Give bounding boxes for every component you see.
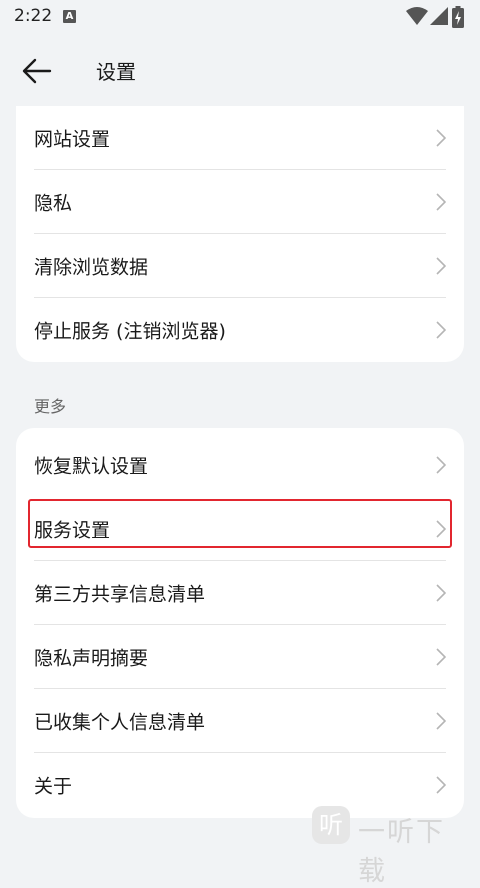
page-title: 设置 <box>96 60 136 84</box>
notification-icon: A <box>63 10 76 23</box>
watermark-logo-icon: 听 <box>312 806 350 844</box>
status-bar: 2:22 A <box>0 0 480 34</box>
highlight-box <box>28 499 452 548</box>
list-item-label: 已收集个人信息清单 <box>34 711 206 734</box>
chevron-right-icon <box>436 648 446 666</box>
chevron-right-icon <box>436 712 446 730</box>
settings-group-more: 恢复默认设置 服务设置 第三方共享信息清单 隐私声明摘要 已收集个人信息清单 关… <box>16 428 464 818</box>
watermark-text: 一听下载 <box>358 817 445 887</box>
list-item-label: 停止服务 (注销浏览器) <box>34 320 226 343</box>
restore-defaults-item[interactable]: 恢复默认设置 <box>16 433 464 497</box>
collected-info-item[interactable]: 已收集个人信息清单 <box>16 689 464 753</box>
battery-icon <box>452 6 464 28</box>
list-item-label: 恢复默认设置 <box>34 455 149 478</box>
status-time: 2:22 <box>14 6 53 26</box>
wifi-icon <box>406 7 428 25</box>
settings-group-top: 网站设置 隐私 清除浏览数据 停止服务 (注销浏览器) <box>16 106 464 362</box>
privacy-summary-item[interactable]: 隐私声明摘要 <box>16 625 464 689</box>
chevron-right-icon <box>436 584 446 602</box>
list-item-label: 第三方共享信息清单 <box>34 583 206 606</box>
arrow-left-icon <box>22 58 52 84</box>
list-item-label: 隐私声明摘要 <box>34 647 149 670</box>
back-button[interactable] <box>20 54 54 88</box>
list-item-label: 关于 <box>34 775 73 798</box>
third-party-sharing-item[interactable]: 第三方共享信息清单 <box>16 561 464 625</box>
section-label-more: 更多 <box>34 397 67 416</box>
clear-browsing-data-item[interactable]: 清除浏览数据 <box>16 234 464 298</box>
privacy-item[interactable]: 隐私 <box>16 170 464 234</box>
list-item-label: 隐私 <box>34 192 73 215</box>
watermark: 听 一听下载 <box>312 804 472 887</box>
chevron-right-icon <box>436 456 446 474</box>
chevron-right-icon <box>436 776 446 794</box>
chevron-right-icon <box>436 129 446 147</box>
chevron-right-icon <box>436 193 446 211</box>
signal-icon <box>430 7 448 25</box>
status-icons <box>406 6 468 28</box>
chevron-right-icon <box>436 257 446 275</box>
list-item-label: 网站设置 <box>34 128 111 151</box>
list-item-label: 清除浏览数据 <box>34 256 149 279</box>
chevron-right-icon <box>436 321 446 339</box>
site-settings-item[interactable]: 网站设置 <box>16 106 464 170</box>
app-bar: 设置 <box>0 34 480 106</box>
stop-service-item[interactable]: 停止服务 (注销浏览器) <box>16 298 464 362</box>
